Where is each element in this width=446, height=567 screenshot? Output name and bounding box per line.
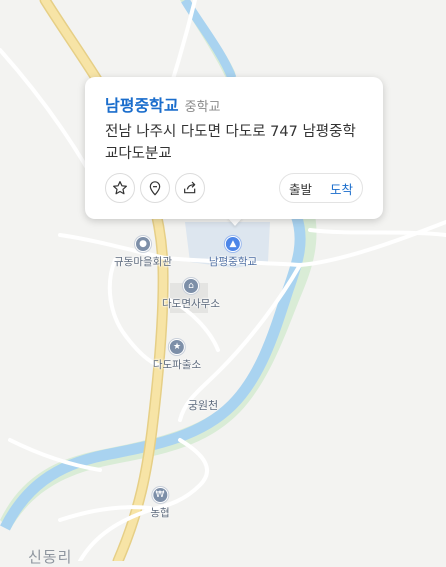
poi-label: 남평중학교 (208, 256, 258, 268)
route-start-button[interactable]: 출발 (286, 179, 315, 198)
bank-won-icon: ₩ (151, 487, 168, 503)
favorite-button[interactable] (105, 173, 135, 203)
poi-township-office[interactable]: ⌂ 다도면사무소 (162, 278, 220, 311)
poi-nonghyup-bank[interactable]: ₩ 농협 (150, 487, 170, 520)
school-icon: ▲ (225, 236, 241, 252)
star-icon (113, 181, 127, 195)
popup-title-row: 남평중학교 중학교 (105, 92, 221, 116)
route-end-button[interactable]: 도착 (327, 179, 356, 198)
share-icon (184, 181, 196, 194)
poi-label: 다도면사무소 (162, 298, 220, 310)
poi-label: 농협 (150, 507, 170, 519)
poi-label: 규동마을회관 (114, 256, 172, 268)
poi-village-hall[interactable]: ● 규동마을회관 (114, 236, 172, 269)
map-pin-icon (149, 181, 161, 196)
place-address: 전남 나주시 다도면 다도로 747 남평중학교다도분교 (105, 124, 356, 162)
route-buttons: 출발 도착 (279, 173, 363, 203)
share-button[interactable] (175, 173, 205, 203)
stream-label: 궁원천 (187, 399, 219, 412)
area-label: 신동리 (28, 548, 73, 566)
place-popup: 남평중학교 중학교 전남 나주시 다도면 다도로 747 남평중학교다도분교 출… (85, 77, 383, 219)
poi-police-box[interactable]: ★ 다도파출소 (153, 339, 201, 372)
place-name-link[interactable]: 남평중학교 (105, 92, 179, 116)
place-category: 중학교 (184, 100, 221, 115)
location-button[interactable] (140, 173, 170, 203)
poi-label: 다도파출소 (152, 359, 202, 371)
poi-namp-school[interactable]: ▲ 남평중학교 (209, 236, 257, 269)
police-icon: ★ (169, 339, 185, 355)
village-hall-icon: ● (135, 236, 151, 252)
government-office-icon: ⌂ (183, 278, 199, 294)
